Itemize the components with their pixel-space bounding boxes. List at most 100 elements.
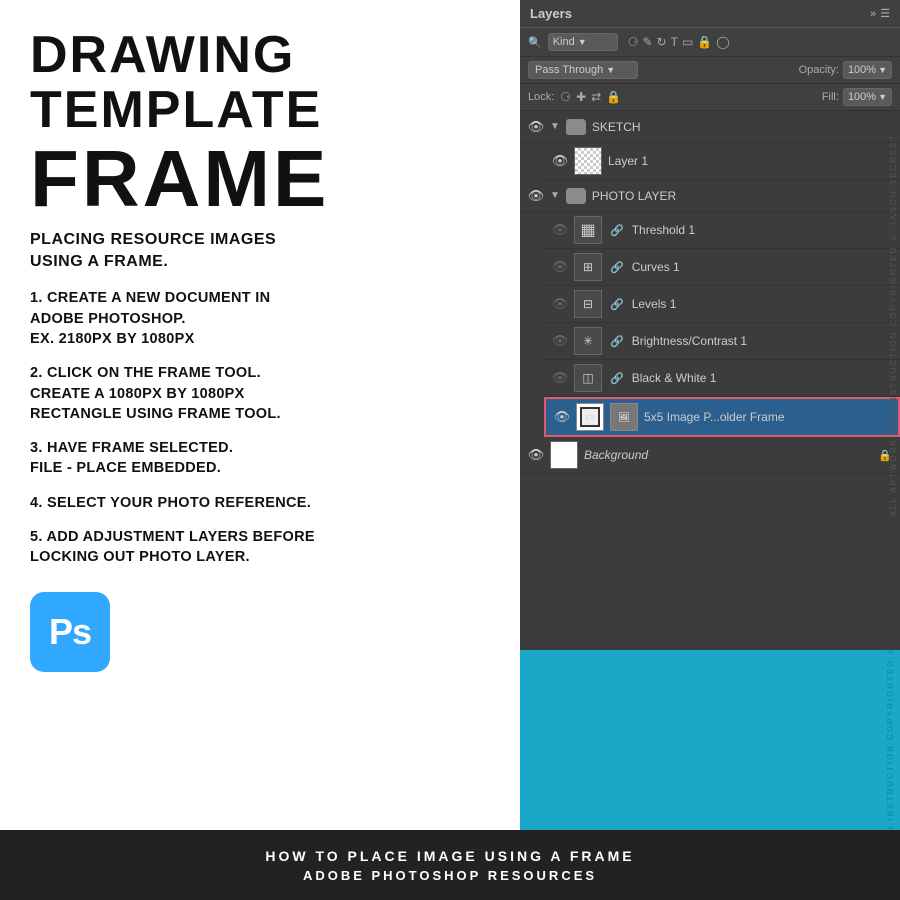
layers-header: Layers » ☰: [520, 0, 900, 28]
left-panel: DRAWING TEMPLATE FRAME PLACING RESOURCE …: [0, 0, 520, 830]
kind-dropdown[interactable]: Kind ▼: [548, 33, 618, 51]
eye-levels[interactable]: 👁: [552, 296, 568, 312]
photoshop-badge: Ps: [30, 592, 110, 672]
layer-brightness[interactable]: 👁 ✳ 🔗 Brightness/Contrast 1: [544, 323, 900, 360]
footer: HOW TO PLACE IMAGE USING A FRAME ADOBE P…: [0, 830, 900, 900]
layers-panel: Layers » ☰ 🔍 Kind ▼ ⚆ ✎ ↻ T ▭: [520, 0, 900, 650]
blue-panel: ALL ARTWORK AND INSTRUCTION COPYRIGHTED …: [520, 650, 900, 830]
frame-layer-name: 5x5 Image P...older Frame: [644, 410, 890, 424]
threshold-name: Threshold 1: [632, 223, 892, 237]
blend-mode-label: Pass Through: [535, 64, 603, 76]
lock-artboard-icon[interactable]: ⇄: [591, 90, 601, 104]
fill-value[interactable]: 100% ▼: [843, 88, 892, 106]
menu-icon[interactable]: ☰: [880, 7, 890, 20]
brightness-name: Brightness/Contrast 1: [632, 334, 892, 348]
step-2: 2. CLICK ON THE FRAME TOOL.CREATE A 1080…: [30, 363, 496, 424]
ps-label: Ps: [49, 611, 91, 653]
thumb-background: [550, 441, 578, 469]
layer-1[interactable]: 👁 Layer 1: [544, 143, 900, 180]
layer1-name: Layer 1: [608, 154, 892, 168]
footer-line2: ADOBE PHOTOSHOP RESOURCES: [303, 868, 597, 883]
kind-label: Kind: [553, 36, 575, 48]
eye-background[interactable]: 👁: [528, 447, 544, 463]
folder-sketch: [566, 119, 586, 135]
link-curves: 🔗: [608, 261, 626, 274]
photo-group-name: PHOTO LAYER: [592, 189, 892, 203]
arrow-sketch: ▼: [550, 121, 560, 132]
opacity-value[interactable]: 100% ▼: [843, 61, 892, 79]
footer-line1: HOW TO PLACE IMAGE USING A FRAME: [265, 848, 634, 864]
kind-row: 🔍 Kind ▼ ⚆ ✎ ↻ T ▭ 🔒 ◯: [520, 28, 900, 57]
blend-chevron: ▼: [606, 65, 615, 75]
thumb-threshold: ▦: [574, 216, 602, 244]
smart-icon: 🔒: [697, 35, 712, 49]
eye-frame[interactable]: 👁: [554, 409, 570, 425]
thumb-curves: ⊞: [574, 253, 602, 281]
fx-icon: ↻: [657, 35, 667, 49]
search-icon: 🔍: [528, 36, 542, 49]
expand-icon[interactable]: »: [870, 8, 876, 20]
layers-header-icons: » ☰: [870, 7, 890, 20]
folder-photo: [566, 188, 586, 204]
thumb-frame-outer: ▭: [576, 403, 604, 431]
layer-levels[interactable]: 👁 ⊟ 🔗 Levels 1: [544, 286, 900, 323]
link-levels: 🔗: [608, 298, 626, 311]
background-name: Background: [584, 448, 872, 462]
layer-sketch-group[interactable]: 👁 ▼ SKETCH: [520, 111, 900, 143]
lock-position-icon[interactable]: ✚: [576, 90, 586, 104]
thumb-bw: ◫: [574, 364, 602, 392]
step-3: 3. HAVE FRAME SELECTED.FILE - PLACE EMBE…: [30, 438, 496, 479]
step-4: 4. SELECT YOUR PHOTO REFERENCE.: [30, 493, 496, 513]
opacity-group: Opacity: 100% ▼: [799, 61, 892, 79]
opacity-label: Opacity:: [799, 64, 839, 76]
kind-chevron: ▼: [578, 37, 587, 47]
link-threshold: 🔗: [608, 224, 626, 237]
layer-bw[interactable]: 👁 ◫ 🔗 Black & White 1: [544, 360, 900, 397]
thumb-levels: ⊟: [574, 290, 602, 318]
eye-bw[interactable]: 👁: [552, 370, 568, 386]
levels-name: Levels 1: [632, 297, 892, 311]
fill-group: Fill: 100% ▼: [822, 88, 892, 106]
layer-curves[interactable]: 👁 ⊞ 🔗 Curves 1: [544, 249, 900, 286]
link-bw: 🔗: [608, 372, 626, 385]
text-icon: T: [671, 35, 678, 49]
lock-icons: ⚆ ✚ ⇄ 🔒: [560, 90, 621, 104]
layer-photo-group[interactable]: 👁 ▼ PHOTO LAYER: [520, 180, 900, 212]
layer-threshold[interactable]: 👁 ▦ 🔗 Threshold 1: [544, 212, 900, 249]
title-template: TEMPLATE: [30, 83, 496, 138]
lock-pixels-icon[interactable]: ⚆: [560, 90, 571, 104]
lock-label: Lock:: [528, 91, 554, 103]
thumb-layer1: [574, 147, 602, 175]
lock-all-icon[interactable]: 🔒: [606, 90, 621, 104]
curves-name: Curves 1: [632, 260, 892, 274]
eye-sketch[interactable]: 👁: [528, 119, 544, 135]
sketch-layer-name: SKETCH: [592, 120, 892, 134]
pixel-icon: ⚆: [628, 35, 639, 49]
eye-brightness[interactable]: 👁: [552, 333, 568, 349]
layer-background[interactable]: 👁 Background 🔒: [520, 437, 900, 474]
layer-frame[interactable]: 👁 ▭ 🖼 5x5 Image P...older Frame: [544, 397, 900, 437]
step-1: 1. CREATE A NEW DOCUMENT INADOBE PHOTOSH…: [30, 288, 496, 349]
subtitle: PLACING RESOURCE IMAGESUSING A FRAME.: [30, 229, 496, 272]
link-brightness: 🔗: [608, 335, 626, 348]
lock-row: Lock: ⚆ ✚ ⇄ 🔒 Fill: 100% ▼: [520, 84, 900, 111]
eye-photo[interactable]: 👁: [528, 188, 544, 204]
shape-icon: ▭: [682, 35, 693, 49]
brush-icon: ✎: [642, 35, 652, 49]
right-panel: Layers » ☰ 🔍 Kind ▼ ⚆ ✎ ↻ T ▭: [520, 0, 900, 830]
side-credit: ALL ARTWORK AND INSTRUCTION COPYRIGHTED …: [889, 133, 898, 516]
credit-container: ALL ARTWORK AND INSTRUCTION COPYRIGHTED …: [886, 650, 895, 830]
step-5: 5. ADD ADJUSTMENT LAYERS BEFORELOCKING O…: [30, 527, 496, 568]
thumb-frame-inner: 🖼: [610, 403, 638, 431]
eye-curves[interactable]: 👁: [552, 259, 568, 275]
title-frame: FRAME: [30, 139, 496, 219]
blend-dropdown[interactable]: Pass Through ▼: [528, 61, 638, 79]
title-drawing: DRAWING: [30, 28, 496, 83]
bw-name: Black & White 1: [632, 371, 892, 385]
arrow-photo: ▼: [550, 190, 560, 201]
layers-title: Layers: [530, 6, 572, 21]
eye-layer1[interactable]: 👁: [552, 153, 568, 169]
eye-threshold[interactable]: 👁: [552, 222, 568, 238]
kind-icons: ⚆ ✎ ↻ T ▭ 🔒 ◯: [628, 35, 730, 49]
blend-row: Pass Through ▼ Opacity: 100% ▼: [520, 57, 900, 84]
